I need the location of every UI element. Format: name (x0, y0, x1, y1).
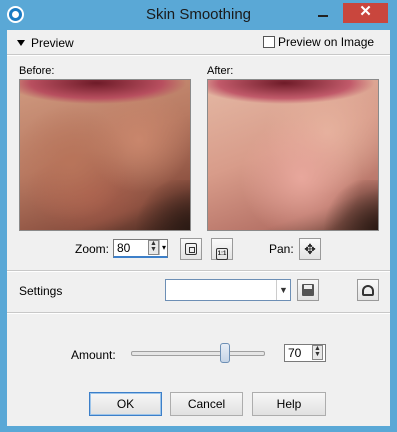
amount-label: Amount: (71, 348, 116, 362)
help-button[interactable]: Help (252, 392, 326, 416)
reset-preset-icon (362, 285, 374, 296)
actual-size-icon: 1:1 (216, 248, 228, 260)
image-shadow (318, 180, 378, 230)
after-preview-image[interactable] (207, 79, 379, 231)
before-preview-image[interactable] (19, 79, 191, 231)
collapse-triangle-icon (17, 40, 25, 46)
zoom-spinner[interactable]: ▲ ▼ (148, 240, 159, 255)
cancel-button[interactable]: Cancel (170, 392, 243, 416)
divider (7, 313, 390, 314)
image-shadow (130, 180, 190, 230)
zoom-label: Zoom: (75, 242, 110, 256)
preview-on-image-label: Preview on Image (278, 35, 375, 49)
preview-on-image-checkbox[interactable] (263, 36, 275, 48)
preview-label: Preview (31, 36, 74, 50)
dialog-body: Preview Preview on Image Before: After: … (7, 30, 390, 426)
actual-size-button[interactable]: 1:1 (211, 238, 233, 260)
ok-button[interactable]: OK (89, 392, 162, 416)
chevron-down-icon[interactable]: ▼ (276, 280, 290, 300)
amount-slider-track[interactable] (131, 351, 265, 356)
pan-label: Pan: (269, 242, 294, 256)
window-title: Skin Smoothing (145, 6, 252, 23)
pan-button[interactable]: ✥ (299, 238, 321, 260)
preview-on-image-option[interactable]: Preview on Image (263, 35, 374, 49)
pan-move-icon: ✥ (304, 241, 316, 257)
reset-preset-button[interactable] (357, 279, 379, 301)
zoom-dropdown-arrow[interactable]: ▾ (159, 240, 168, 255)
settings-label: Settings (19, 284, 63, 298)
amount-slider-thumb[interactable] (219, 343, 230, 363)
amount-spinner[interactable]: ▲ ▼ (312, 345, 323, 360)
save-preset-button[interactable] (297, 279, 319, 301)
close-button[interactable]: ✕ (343, 3, 388, 23)
preset-dropdown[interactable]: ▼ (165, 279, 291, 301)
preview-toggle[interactable]: Preview (17, 36, 74, 50)
before-label: Before: (19, 65, 55, 77)
fit-to-window-button[interactable] (180, 238, 202, 260)
fit-to-window-icon (185, 243, 197, 255)
title-bar: Skin Smoothing ✕ (0, 0, 397, 30)
divider (7, 55, 390, 56)
divider (7, 271, 390, 272)
after-label: After: (207, 65, 234, 77)
save-preset-icon (302, 284, 314, 296)
minimize-button[interactable] (310, 3, 336, 23)
